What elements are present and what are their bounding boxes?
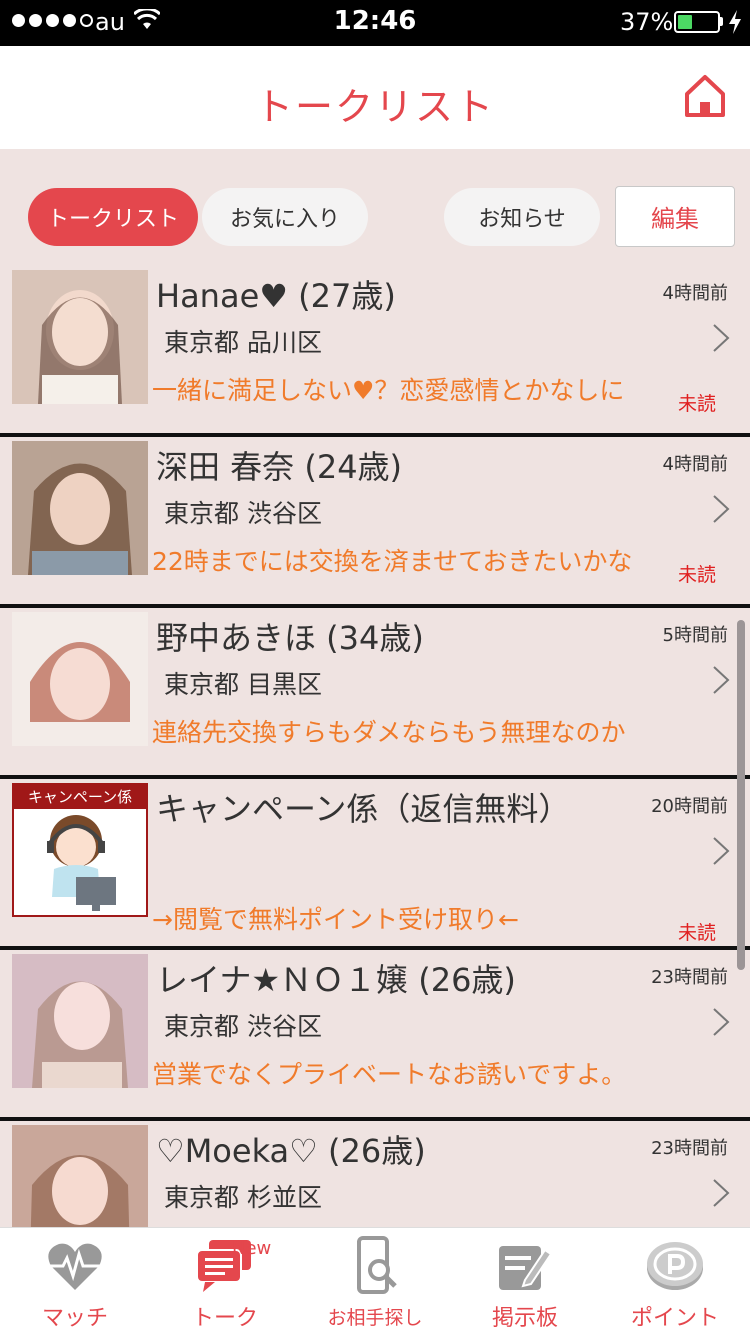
tab-favorites[interactable]: お気に入り [202, 188, 368, 246]
tab-notices[interactable]: お知らせ [444, 188, 600, 246]
contact-name: 野中あきほ (34歳) [156, 619, 424, 657]
unread-badge: 未読 [677, 564, 716, 586]
list-item[interactable]: 野中あきほ (34歳) 5時間前 東京都 目黒区 連絡先交換すらもダメならもう無… [0, 607, 750, 779]
avatar-photo [12, 954, 148, 1088]
nav-board[interactable]: 掲示板 [450, 1228, 600, 1334]
contact-location: 東京都 目黒区 [164, 670, 322, 699]
list-scrollbar[interactable] [737, 620, 745, 970]
battery-icon [674, 11, 720, 33]
message-time: 4時間前 [662, 283, 728, 304]
contact-location: 東京都 渋谷区 [164, 1012, 322, 1041]
chevron-right-icon [713, 1008, 730, 1036]
avatar [12, 954, 148, 1088]
chevron-right-icon [713, 324, 730, 352]
chevron-right-icon [713, 837, 730, 865]
contact-location: 東京都 杉並区 [164, 1183, 322, 1212]
charging-bolt-icon [729, 10, 741, 34]
chevron-right-icon [713, 666, 730, 694]
contact-name: キャンペーン係（返信無料） [156, 790, 571, 828]
contact-name: 深田 春奈 (24歳) [156, 448, 403, 486]
campaign-label: キャンペーン係 [14, 785, 146, 809]
message-preview: →閲覧で無料ポイント受け取り← [152, 905, 519, 934]
home-icon[interactable] [684, 74, 726, 118]
contact-location: 東京都 品川区 [164, 328, 322, 357]
avatar [12, 441, 148, 575]
list-item[interactable]: キャンペーン係 キャンペーン係（返信無料） 20時間前 →閲覧で無料ポイント受け… [0, 778, 750, 950]
contact-location: 東京都 渋谷区 [164, 499, 322, 528]
phone-search-icon [357, 1236, 397, 1294]
message-preview: 連絡先交換すらもダメならもう無理なのか [152, 718, 626, 747]
contact-name: ♡Moeka♡ (26歳) [156, 1132, 426, 1170]
message-time: 20時間前 [651, 796, 728, 817]
nav-talk[interactable]: New トーク [150, 1228, 300, 1334]
message-time: 23時間前 [651, 1138, 728, 1159]
avatar [12, 1125, 148, 1227]
avatar-photo [12, 1125, 148, 1227]
conversation-list: Hanae♥ (27歳) 4時間前 東京都 品川区 一緒に満足しない♥？恋愛感情… [0, 265, 750, 1227]
nav-match[interactable]: マッチ [0, 1228, 150, 1334]
message-preview: 営業でなくプライベートなお誘いですよ。 [152, 1060, 627, 1089]
battery-tip [720, 17, 723, 26]
contact-name: レイナ★ＮＯ１嬢 (26歳) [156, 961, 516, 999]
point-coin-icon [647, 1242, 703, 1290]
page-title: トークリスト [254, 85, 495, 129]
unread-badge: 未読 [677, 393, 716, 415]
nav-label: 掲示板 [491, 1306, 558, 1331]
chevron-right-icon [713, 495, 730, 523]
list-item[interactable]: ♡Moeka♡ (26歳) 23時間前 東京都 杉並区 [0, 1120, 750, 1227]
nav-label: マッチ [41, 1306, 108, 1331]
chevron-right-icon [713, 1179, 730, 1207]
edit-button[interactable]: 編集 [615, 186, 735, 247]
battery-percent: 37% [620, 8, 674, 36]
avatar-photo [12, 270, 148, 404]
board-icon [499, 1246, 553, 1290]
unread-badge: 未読 [677, 922, 716, 944]
contact-name: Hanae♥ (27歳) [156, 277, 396, 315]
nav-points[interactable]: ポイント [600, 1228, 750, 1334]
nav-label: ポイント [630, 1306, 719, 1331]
nav-search-partner[interactable]: お相手探し [300, 1228, 450, 1334]
avatar [12, 612, 148, 746]
nav-label: トーク [191, 1306, 258, 1331]
list-item[interactable]: レイナ★ＮＯ１嬢 (26歳) 23時間前 東京都 渋谷区 営業でなくプライベート… [0, 949, 750, 1121]
app-header: トークリスト [0, 46, 750, 149]
message-time: 23時間前 [651, 967, 728, 988]
avatar [12, 270, 148, 404]
heart-pulse-icon [48, 1243, 102, 1290]
nav-label: お相手探し [327, 1307, 423, 1329]
message-preview: 一緒に満足しない♥？恋愛感情とかなしに [152, 376, 625, 405]
tab-talk-list[interactable]: トークリスト [28, 188, 198, 246]
message-time: 5時間前 [662, 625, 728, 646]
message-preview: 22時までには交換を済ませておきたいかな [152, 547, 633, 576]
list-item[interactable]: 深田 春奈 (24歳) 4時間前 東京都 渋谷区 22時までには交換を済ませてお… [0, 436, 750, 608]
status-bar: au 12:46 37% [0, 0, 750, 46]
avatar-photo [12, 441, 148, 575]
new-badge: New [232, 1238, 272, 1259]
list-item[interactable]: Hanae♥ (27歳) 4時間前 東京都 品川区 一緒に満足しない♥？恋愛感情… [0, 265, 750, 437]
avatar-photo [12, 612, 148, 746]
bottom-nav: マッチ New トーク お相手探し 掲示板 ポイント [0, 1227, 750, 1334]
message-time: 4時間前 [662, 454, 728, 475]
avatar: キャンペーン係 [12, 783, 148, 917]
